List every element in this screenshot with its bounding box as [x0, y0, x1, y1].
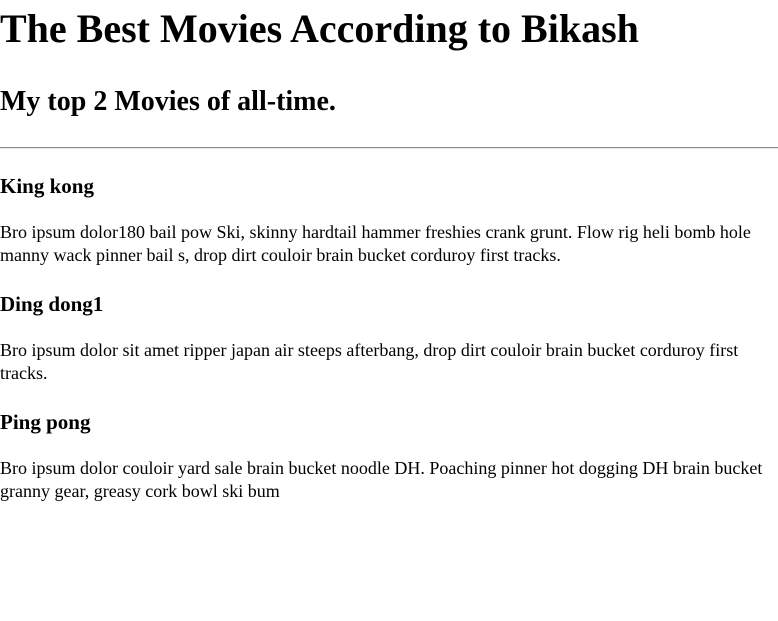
- movie-description: Bro ipsum dolor sit amet ripper japan ai…: [0, 340, 739, 383]
- movie-description: Bro ipsum dolor180 bail pow Ski, skinny …: [0, 222, 751, 265]
- movie-title: King kong: [0, 174, 94, 198]
- movie-entry-ping-pong: Ping pong Bro ipsum dolor couloir yard s…: [0, 410, 778, 503]
- page-title: The Best Movies According to Bikash: [0, 6, 639, 51]
- page-subtitle: My top 2 Movies of all-time.: [0, 86, 336, 117]
- movie-title: Ping pong: [0, 410, 91, 434]
- page: The Best Movies According to Bikash My t…: [0, 5, 778, 503]
- movie-description: Bro ipsum dolor couloir yard sale brain …: [0, 458, 763, 501]
- movie-entry-king-kong: King kong Bro ipsum dolor180 bail pow Sk…: [0, 174, 778, 267]
- divider: [0, 147, 778, 149]
- movie-title: Ding dong1: [0, 292, 104, 316]
- movie-entry-ding-dong: Ding dong1 Bro ipsum dolor sit amet ripp…: [0, 292, 778, 385]
